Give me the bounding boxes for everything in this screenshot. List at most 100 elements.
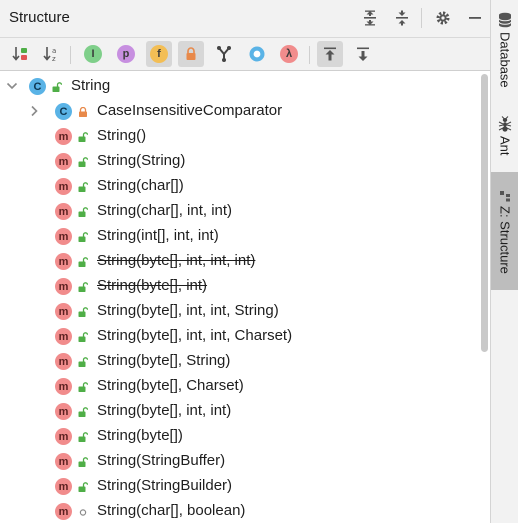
tree-item[interactable]: m String(char[], boolean)	[0, 499, 476, 523]
method-icon: m	[55, 303, 72, 320]
chevron-down-icon[interactable]	[5, 79, 19, 93]
svg-text:a: a	[52, 47, 56, 55]
tree-item[interactable]: m String()	[0, 124, 476, 149]
show-properties-button[interactable]: p	[113, 41, 139, 67]
show-non-public-button[interactable]	[178, 41, 204, 67]
public-lock-icon	[78, 482, 88, 492]
tool-window-title: Structure	[9, 9, 70, 26]
tree-root-row[interactable]: C String	[0, 74, 476, 99]
tree-item-label: String(byte[], int, int)	[97, 402, 232, 419]
package-private-icon	[79, 509, 87, 516]
show-lambdas-button[interactable]: λ	[276, 41, 302, 67]
show-toplevel-button[interactable]	[244, 41, 270, 67]
expand-all-button[interactable]	[358, 6, 382, 30]
method-icon: m	[55, 203, 72, 220]
public-lock-icon	[78, 332, 88, 342]
tool-window-header: Structure	[0, 0, 490, 38]
tree-item-label: String(String)	[97, 152, 186, 169]
tree-item[interactable]: m String(byte[], int, int)	[0, 399, 476, 424]
tree-item-label: String(char[], boolean)	[97, 502, 246, 519]
autoscroll-to-source-icon	[324, 47, 336, 61]
tab-ant[interactable]: Ant	[491, 116, 518, 170]
tree-item-label: String(byte[], int, int, String)	[97, 302, 279, 319]
show-fields-icon: f	[150, 45, 168, 63]
method-icon: m	[55, 428, 72, 445]
tree-item-label: String(byte[], int, int, int)	[97, 252, 256, 269]
toolbar-separator	[70, 46, 71, 64]
tree-item-label: CaseInsensitiveComparator	[97, 102, 283, 119]
tree-item-label: String(char[])	[97, 177, 184, 194]
tree-item-label: String(byte[], Charset)	[97, 377, 244, 394]
database-icon	[498, 12, 512, 28]
tree-item[interactable]: m String(byte[])	[0, 424, 476, 449]
public-lock-icon	[78, 382, 88, 392]
tree-item[interactable]: m String(char[], int, int)	[0, 199, 476, 224]
sort-by-visibility-icon	[12, 47, 27, 61]
tree-item-label: String(byte[], int, int, Charset)	[97, 327, 293, 344]
tab-structure[interactable]: Z: Structure	[491, 172, 518, 290]
lock-icon	[186, 47, 196, 60]
sort-alphabetically-button[interactable]: a z	[38, 41, 64, 67]
show-fields-button[interactable]: f	[146, 41, 172, 67]
public-lock-icon	[78, 407, 88, 417]
tree-item[interactable]: m String(byte[], String)	[0, 349, 476, 374]
svg-text:z: z	[52, 55, 56, 63]
tab-database-label: Database	[497, 32, 513, 88]
interface-circle-icon	[249, 46, 265, 62]
public-lock-icon	[52, 82, 62, 92]
tree-item[interactable]: m String(byte[], int, int, int)	[0, 249, 476, 274]
autoscroll-from-source-button[interactable]	[350, 41, 376, 67]
tree-item[interactable]: m String(String)	[0, 149, 476, 174]
tree-item[interactable]: m String(char[])	[0, 174, 476, 199]
method-icon: m	[55, 478, 72, 495]
tab-ant-label: Ant	[497, 136, 513, 156]
tree-item[interactable]: m String(StringBuilder)	[0, 474, 476, 499]
public-lock-icon	[78, 207, 88, 217]
autoscroll-from-source-icon	[357, 47, 369, 61]
tree-item[interactable]: m String(byte[], int, int, String)	[0, 299, 476, 324]
show-inherited-button[interactable]: I	[80, 41, 106, 67]
lambda-icon: λ	[280, 45, 298, 63]
tree-item[interactable]: m String(StringBuffer)	[0, 449, 476, 474]
anonymous-classes-icon	[217, 46, 231, 62]
method-icon: m	[55, 403, 72, 420]
structure-toolbar: a z I p f λ	[0, 38, 490, 71]
method-icon: m	[55, 278, 72, 295]
public-lock-icon	[78, 282, 88, 292]
structure-icon	[500, 191, 510, 202]
method-icon: m	[55, 503, 72, 520]
tree-item[interactable]: m String(byte[], int, int, Charset)	[0, 324, 476, 349]
show-properties-icon: p	[117, 45, 135, 63]
method-icon: m	[55, 178, 72, 195]
autoscroll-to-source-button[interactable]	[317, 41, 343, 67]
sort-by-visibility-button[interactable]	[7, 41, 33, 67]
method-icon: m	[55, 453, 72, 470]
public-lock-icon	[78, 182, 88, 192]
chevron-right-icon[interactable]	[27, 104, 41, 118]
public-lock-icon	[78, 432, 88, 442]
show-anonymous-button[interactable]	[211, 41, 237, 67]
hide-button[interactable]	[463, 6, 487, 30]
public-lock-icon	[78, 132, 88, 142]
public-lock-icon	[78, 307, 88, 317]
tree-item[interactable]: m String(byte[], Charset)	[0, 374, 476, 399]
method-icon: m	[55, 128, 72, 145]
method-icon: m	[55, 378, 72, 395]
public-lock-icon	[78, 257, 88, 267]
method-icon: m	[55, 228, 72, 245]
vertical-scrollbar[interactable]	[478, 72, 490, 523]
tab-database[interactable]: Database	[491, 12, 518, 96]
right-tool-strip: Database Ant Z: Structure	[490, 0, 518, 523]
tree-item[interactable]: C CaseInsensitiveComparator	[0, 99, 476, 124]
collapse-all-button[interactable]	[390, 6, 414, 30]
tree-item[interactable]: m String(int[], int, int)	[0, 224, 476, 249]
structure-tree[interactable]: C String C CaseInsensitiveComparator m Stri…	[0, 72, 490, 523]
gear-icon	[436, 11, 450, 25]
toolbar-separator	[309, 46, 310, 64]
tree-item-label: String(StringBuffer)	[97, 452, 226, 469]
scrollbar-thumb[interactable]	[481, 74, 488, 352]
public-lock-icon	[78, 232, 88, 242]
collapse-all-icon	[396, 10, 408, 26]
settings-button[interactable]	[431, 6, 455, 30]
tree-item[interactable]: m String(byte[], int)	[0, 274, 476, 299]
